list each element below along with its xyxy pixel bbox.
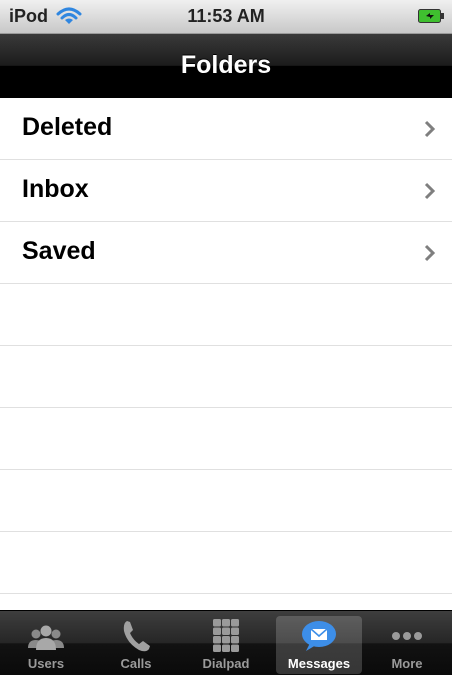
tab-messages[interactable]: Messages	[276, 616, 362, 674]
dialpad-icon	[213, 619, 239, 652]
folder-row-deleted[interactable]: Deleted	[0, 98, 452, 160]
message-icon	[302, 621, 336, 651]
empty-row	[0, 284, 452, 346]
folder-label: Inbox	[22, 175, 89, 203]
page-title: Folders	[180, 51, 272, 79]
folder-list: Deleted Inbox Saved	[0, 98, 452, 610]
tab-calls[interactable]: Calls	[93, 616, 179, 674]
tab-label: More	[391, 656, 423, 671]
battery-icon	[418, 9, 444, 23]
tab-dialpad[interactable]: Dialpad	[183, 616, 269, 674]
status-bar: iPod 11:53 AM	[0, 0, 452, 34]
folder-label: Saved	[22, 237, 96, 265]
folder-row-saved[interactable]: Saved	[0, 222, 452, 284]
chevron-right-icon	[424, 120, 436, 138]
tab-label: Users	[27, 656, 65, 671]
tab-label: Calls	[120, 656, 152, 671]
navigation-bar: Folders	[0, 34, 452, 98]
tab-users[interactable]: Users	[3, 616, 89, 674]
tab-bar: Users Calls Dialpad Messages More	[0, 610, 452, 675]
phone-icon	[123, 621, 150, 652]
status-time: 11:53 AM	[187, 6, 265, 26]
tab-label: Messages	[287, 656, 351, 671]
empty-row	[0, 346, 452, 408]
empty-row	[0, 408, 452, 470]
empty-row	[0, 470, 452, 532]
chevron-right-icon	[424, 244, 436, 262]
tab-label: Dialpad	[202, 656, 250, 671]
folder-row-inbox[interactable]: Inbox	[0, 160, 452, 222]
more-icon	[392, 632, 422, 640]
tab-more[interactable]: More	[364, 616, 450, 674]
empty-row	[0, 532, 452, 594]
chevron-right-icon	[424, 182, 436, 200]
users-icon	[28, 625, 64, 650]
folder-label: Deleted	[22, 113, 113, 141]
